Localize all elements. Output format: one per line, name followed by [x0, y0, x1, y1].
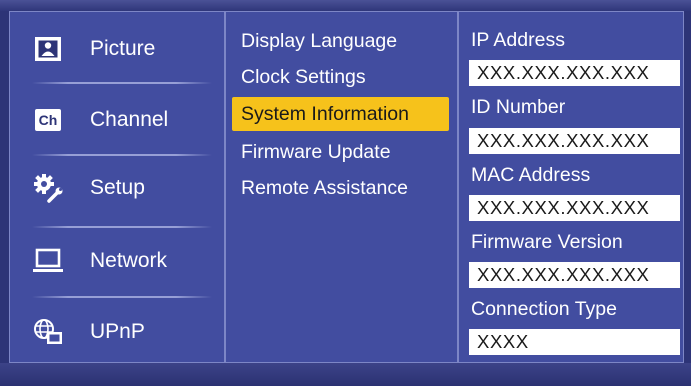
tv-menu-screen: Picture Ch Channel Setup Network UPnP Di… — [0, 0, 691, 386]
nav-divider — [32, 154, 212, 156]
bottom-bar — [0, 363, 691, 386]
nav-item-label: Channel — [90, 108, 169, 131]
submenu-item-clock-settings[interactable]: Clock Settings — [232, 60, 366, 94]
top-bar — [0, 0, 691, 11]
nav-item-upnp[interactable]: UPnP — [28, 307, 206, 357]
nav-item-label: Network — [90, 249, 168, 272]
nav-item-setup[interactable]: Setup — [28, 163, 206, 213]
nav-item-picture[interactable]: Picture — [28, 24, 206, 74]
id-number-label: ID Number — [471, 96, 566, 118]
submenu-item-firmware-update[interactable]: Firmware Update — [232, 135, 391, 169]
submenu-item-label: Display Language — [241, 29, 398, 52]
submenu-item-remote-assistance[interactable]: Remote Assistance — [232, 171, 408, 205]
nav-item-channel[interactable]: Ch Channel — [28, 95, 206, 145]
firmware-version-field: XXX.XXX.XXX.XXX — [469, 262, 680, 288]
submenu-item-label: Firmware Update — [241, 140, 391, 163]
nav-item-label: UPnP — [90, 320, 145, 343]
submenu-item-system-information[interactable]: System Information — [232, 97, 449, 131]
nav-divider — [32, 296, 212, 298]
submenu-item-display-language[interactable]: Display Language — [232, 24, 397, 58]
submenu-item-label: System Information — [241, 102, 409, 125]
ip-address-field: XXX.XXX.XXX.XXX — [469, 60, 680, 86]
nav-item-network[interactable]: Network — [28, 236, 206, 286]
column-divider — [457, 11, 459, 363]
nav-divider — [32, 226, 212, 228]
laptop-icon — [32, 245, 64, 277]
id-number-field: XXX.XXX.XXX.XXX — [469, 128, 680, 154]
connection-type-label: Connection Type — [471, 298, 617, 320]
column-divider — [224, 11, 226, 363]
submenu-item-label: Remote Assistance — [241, 176, 408, 199]
channel-icon-text: Ch — [38, 112, 58, 128]
globe-device-icon — [32, 316, 64, 348]
channel-icon: Ch — [32, 104, 64, 136]
picture-icon — [32, 33, 64, 65]
submenu-item-label: Clock Settings — [241, 65, 366, 88]
nav-item-label: Setup — [90, 176, 145, 199]
mac-address-label: MAC Address — [471, 164, 591, 186]
nav-divider — [32, 82, 212, 84]
ip-address-label: IP Address — [471, 29, 565, 51]
mac-address-field: XXX.XXX.XXX.XXX — [469, 195, 680, 221]
gear-wrench-icon — [32, 172, 64, 204]
nav-item-label: Picture — [90, 37, 156, 60]
firmware-version-label: Firmware Version — [471, 231, 623, 253]
connection-type-field: XXXX — [469, 329, 680, 355]
